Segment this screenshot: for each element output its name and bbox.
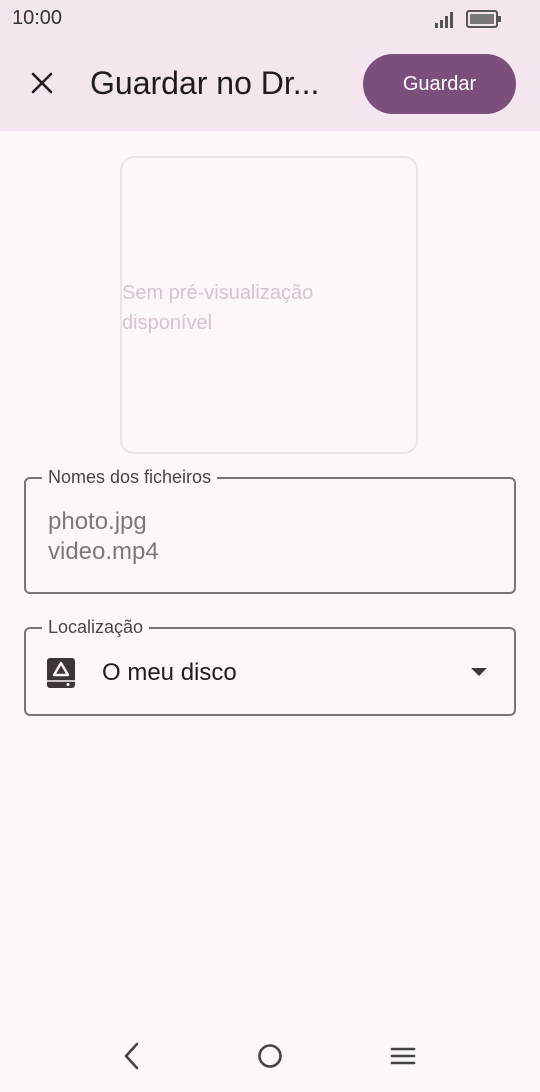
filenames-field[interactable]: Nomes dos ficheiros photo.jpg video.mp4 [24, 467, 516, 594]
back-icon [124, 1042, 139, 1070]
battery-icon [466, 10, 501, 28]
app-bar: 10:00 Guardar no Dr... Guardar [0, 0, 540, 131]
filename-item: photo.jpg [48, 508, 147, 535]
preview-text-line: disponível [122, 312, 213, 334]
dropdown-arrow-icon [471, 668, 487, 676]
status-icons [434, 9, 502, 29]
preview-box: Sem pré-visualização disponível [120, 156, 418, 454]
menu-button[interactable] [383, 1036, 423, 1076]
location-label: Localização [42, 617, 150, 638]
back-button[interactable] [112, 1036, 152, 1076]
page-title: Guardar no Dr... [90, 65, 320, 101]
preview-text-line: Sem pré-visualização [122, 282, 314, 304]
filenames-label: Nomes dos ficheiros [42, 467, 218, 488]
close-button[interactable] [22, 63, 62, 103]
save-button[interactable]: Guardar [363, 54, 516, 114]
drive-icon [47, 658, 75, 688]
home-button[interactable] [250, 1036, 290, 1076]
location-value: O meu disco [102, 659, 237, 686]
filenames-list: photo.jpg video.mp4 [48, 507, 159, 567]
location-select[interactable]: Localização O meu disco [24, 617, 516, 716]
menu-icon [390, 1047, 416, 1065]
signal-icon [435, 12, 453, 28]
filename-item: video.mp4 [48, 538, 159, 565]
preview-placeholder: Sem pré-visualização disponível [122, 278, 352, 338]
status-time: 10:00 [12, 7, 63, 29]
close-icon [31, 72, 53, 94]
home-icon [258, 1044, 282, 1068]
system-nav-bar [0, 1020, 540, 1092]
